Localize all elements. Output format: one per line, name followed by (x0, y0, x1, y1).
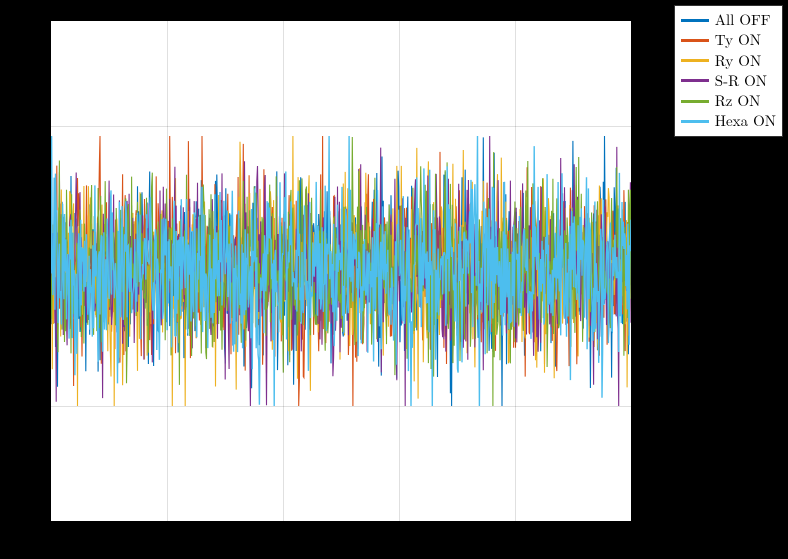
legend-swatch (681, 79, 709, 82)
legend-item: S-R ON (681, 71, 776, 91)
plot-area (50, 20, 632, 522)
legend-label: All OFF (715, 10, 771, 30)
legend-swatch (681, 100, 709, 103)
legend-item: Ty ON (681, 30, 776, 50)
legend-item: Ry ON (681, 51, 776, 71)
legend-item: Rz ON (681, 91, 776, 111)
legend-label: Hexa ON (715, 111, 776, 131)
legend-swatch (681, 120, 709, 123)
legend-label: Ry ON (715, 51, 761, 71)
legend-swatch (681, 19, 709, 22)
legend-swatch (681, 59, 709, 62)
legend-label: S-R ON (715, 71, 767, 91)
legend-label: Rz ON (715, 91, 761, 111)
legend: All OFF Ty ON Ry ON S-R ON Rz ON Hexa ON (674, 5, 783, 137)
legend-item: All OFF (681, 10, 776, 30)
legend-swatch (681, 39, 709, 42)
legend-item: Hexa ON (681, 111, 776, 131)
chart-canvas (51, 21, 631, 521)
legend-label: Ty ON (715, 30, 761, 50)
